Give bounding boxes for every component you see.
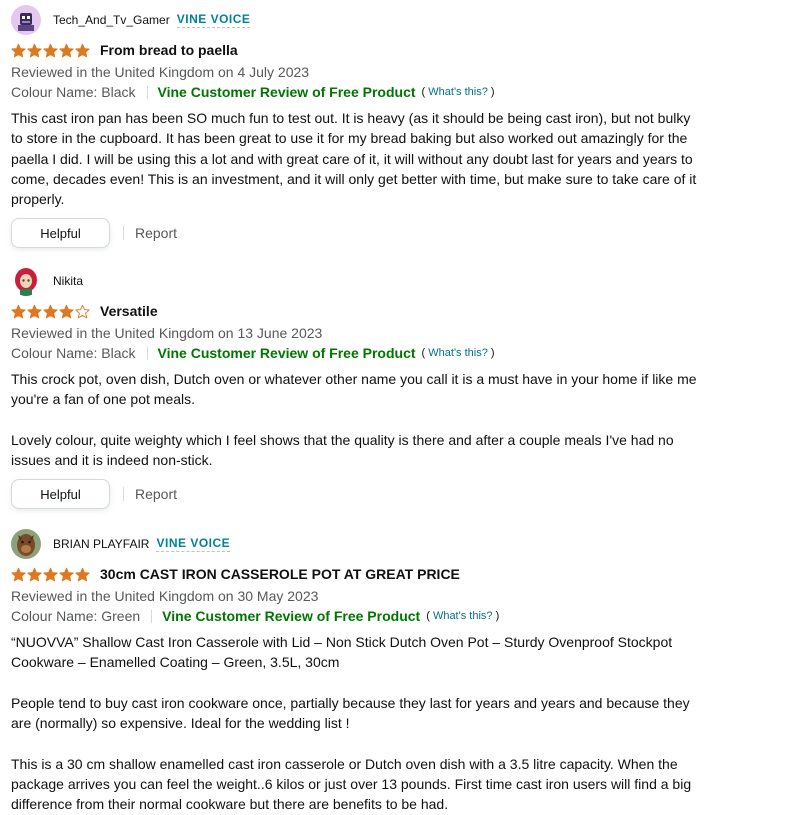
whats-this: ( What's this? ) [421, 86, 495, 98]
divider [146, 85, 148, 99]
star-rating[interactable] [11, 304, 91, 319]
review-title[interactable]: 30cm CAST IRON CASSEROLE POT AT GREAT PR… [100, 566, 460, 582]
review-date: Reviewed in the United Kingdom on 30 May… [11, 588, 319, 604]
vine-voice-badge[interactable]: VINE VOICE [156, 536, 231, 552]
review-date: Reviewed in the United Kingdom on 13 Jun… [11, 325, 323, 341]
review-title[interactable]: From bread to paella [100, 42, 238, 58]
vine-voice-badge[interactable]: VINE VOICE [176, 12, 251, 28]
star-filled-icon [27, 43, 42, 57]
whats-this-link[interactable]: What's this? [428, 86, 488, 98]
review-title[interactable]: Versatile [100, 303, 158, 319]
avatar[interactable] [11, 266, 41, 296]
avatar[interactable] [11, 5, 41, 35]
star-rating[interactable] [11, 567, 91, 582]
vine-review-label: Vine Customer Review of Free Product [157, 84, 416, 100]
vine-review-label: Vine Customer Review of Free Product [162, 608, 421, 624]
report-link[interactable]: Report [135, 225, 177, 241]
review-card: BRIAN PLAYFAIR VINE VOICE 30cm CAST IRON… [11, 529, 701, 815]
profile-name[interactable]: Nikita [53, 274, 83, 288]
star-filled-icon [75, 567, 90, 581]
review-card: Nikita Versatile Reviewed in the United … [11, 266, 701, 510]
star-filled-icon [11, 43, 26, 57]
star-filled-icon [59, 43, 74, 57]
star-filled-icon [75, 43, 90, 57]
colour-name: Colour Name: Black [11, 345, 136, 361]
star-filled-icon [59, 567, 74, 581]
star-filled-icon [43, 43, 58, 57]
whats-this: ( What's this? ) [426, 610, 500, 622]
star-filled-icon [27, 567, 42, 581]
review-body: This crock pot, oven dish, Dutch oven or… [11, 371, 697, 469]
vine-review-label: Vine Customer Review of Free Product [157, 345, 416, 361]
divider [146, 346, 148, 360]
colour-name: Colour Name: Black [11, 84, 136, 100]
reviewer-profile[interactable]: Nikita [11, 266, 701, 296]
review-body: “NUOVVA” Shallow Cast Iron Casserole wit… [11, 634, 692, 813]
reviewer-profile[interactable]: Tech_And_Tv_Gamer VINE VOICE [11, 5, 701, 35]
star-filled-icon [43, 567, 58, 581]
star-empty-icon [75, 304, 90, 318]
divider [123, 226, 124, 241]
star-filled-icon [43, 304, 58, 318]
star-filled-icon [11, 567, 26, 581]
reviewer-profile[interactable]: BRIAN PLAYFAIR VINE VOICE [11, 529, 701, 559]
star-filled-icon [27, 304, 42, 318]
profile-name[interactable]: BRIAN PLAYFAIR [53, 537, 149, 551]
helpful-button[interactable]: Helpful [11, 218, 110, 249]
review-body: This cast iron pan has been SO much fun … [11, 110, 701, 208]
divider [151, 609, 153, 623]
avatar[interactable] [11, 529, 41, 559]
review-date: Reviewed in the United Kingdom on 4 July… [11, 64, 310, 80]
helpful-button[interactable]: Helpful [11, 479, 110, 510]
divider [123, 487, 124, 502]
profile-name[interactable]: Tech_And_Tv_Gamer [53, 13, 170, 27]
star-filled-icon [59, 304, 74, 318]
whats-this-link[interactable]: What's this? [428, 347, 488, 359]
review-card: Tech_And_Tv_Gamer VINE VOICE From bread … [11, 5, 701, 249]
star-rating[interactable] [11, 43, 91, 58]
star-filled-icon [11, 304, 26, 318]
report-link[interactable]: Report [135, 486, 177, 502]
colour-name: Colour Name: Green [11, 608, 141, 624]
whats-this: ( What's this? ) [421, 347, 495, 359]
whats-this-link[interactable]: What's this? [433, 610, 493, 622]
